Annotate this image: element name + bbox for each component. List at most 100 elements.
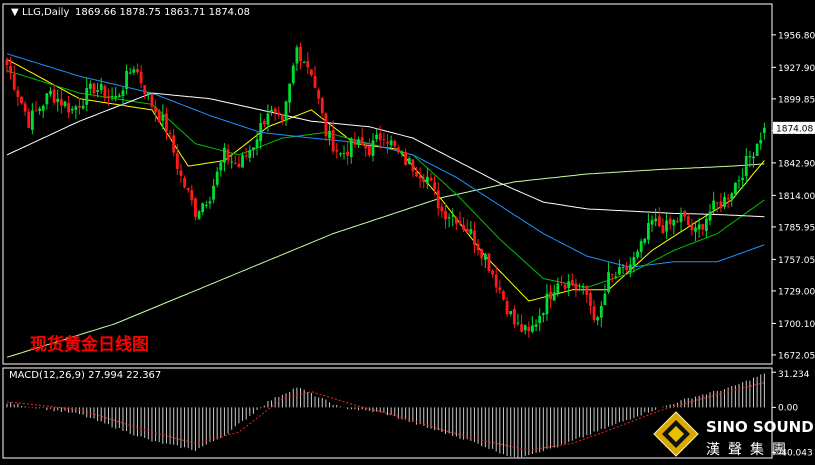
candle bbox=[603, 284, 607, 306]
candle bbox=[672, 218, 676, 235]
candle bbox=[473, 222, 476, 254]
candle bbox=[56, 89, 60, 112]
candle bbox=[628, 256, 632, 278]
candle bbox=[150, 93, 154, 110]
macd-tick-label: 31.234 bbox=[778, 370, 810, 380]
candle bbox=[639, 238, 643, 259]
candle bbox=[534, 319, 538, 332]
candle bbox=[103, 84, 107, 102]
candle bbox=[578, 283, 581, 292]
candle bbox=[27, 108, 31, 129]
candle bbox=[302, 60, 306, 64]
candle bbox=[407, 156, 411, 165]
candle bbox=[81, 99, 85, 110]
candle bbox=[531, 316, 534, 334]
candle bbox=[418, 167, 422, 188]
candle bbox=[704, 216, 708, 239]
candle bbox=[411, 158, 415, 178]
candle bbox=[117, 92, 121, 98]
candle bbox=[96, 82, 99, 98]
candle bbox=[52, 84, 56, 105]
candle bbox=[589, 288, 592, 315]
price-tick-label: 1927.90 bbox=[778, 64, 815, 74]
candle bbox=[353, 131, 357, 148]
price-tick-label: 1700.10 bbox=[778, 320, 815, 330]
candle bbox=[520, 314, 523, 333]
price-tick-label: 1814.00 bbox=[778, 192, 815, 202]
candle bbox=[661, 218, 665, 234]
candle bbox=[204, 200, 208, 209]
candle bbox=[715, 201, 719, 213]
price-tick-label: 1899.85 bbox=[778, 95, 815, 105]
candle bbox=[396, 144, 400, 155]
candle bbox=[567, 274, 571, 296]
candle bbox=[335, 142, 339, 159]
candle bbox=[219, 159, 223, 177]
candle bbox=[491, 269, 494, 278]
price-tick-label: 1785.95 bbox=[778, 223, 815, 233]
candle bbox=[737, 175, 741, 190]
candle bbox=[690, 218, 694, 236]
candle bbox=[328, 125, 331, 146]
candle bbox=[20, 95, 23, 105]
candle bbox=[563, 283, 567, 292]
candle bbox=[505, 296, 509, 318]
candle bbox=[30, 103, 34, 135]
ohlc-readout: 1869.66 1878.75 1863.71 1874.08 bbox=[75, 7, 250, 18]
moving-average-line-2 bbox=[6, 70, 765, 289]
candle bbox=[404, 148, 408, 166]
candle bbox=[574, 278, 578, 298]
candle bbox=[386, 133, 389, 154]
candle bbox=[317, 87, 321, 105]
candle bbox=[143, 85, 147, 99]
candle bbox=[694, 221, 697, 242]
chart-canvas: 1956.801927.901899.851871.801842.901814.… bbox=[2, 3, 815, 459]
header-menu-arrow-icon[interactable]: ▼ bbox=[11, 7, 19, 18]
candle bbox=[85, 78, 89, 111]
candle bbox=[465, 219, 469, 234]
candle bbox=[425, 167, 429, 190]
candle bbox=[607, 262, 610, 294]
brand-chinese: 漢聲集團 bbox=[706, 441, 794, 458]
candle bbox=[74, 104, 78, 120]
candle bbox=[201, 202, 205, 216]
moving-average-line-3 bbox=[6, 53, 765, 268]
candle bbox=[552, 284, 556, 301]
candle bbox=[154, 100, 157, 123]
candle bbox=[454, 216, 458, 231]
candle bbox=[146, 92, 150, 101]
candle bbox=[752, 151, 755, 168]
candle bbox=[650, 215, 654, 232]
candle bbox=[636, 249, 639, 260]
long-ma-layer bbox=[6, 163, 765, 358]
candle bbox=[487, 253, 491, 274]
candle bbox=[223, 143, 226, 172]
candle bbox=[436, 182, 440, 216]
candle bbox=[16, 86, 20, 107]
candle bbox=[88, 80, 92, 95]
candle bbox=[41, 104, 45, 119]
candle bbox=[262, 118, 266, 128]
candle bbox=[34, 101, 38, 112]
frame-layer bbox=[2, 3, 773, 459]
candle bbox=[49, 87, 52, 97]
candle bbox=[618, 259, 621, 276]
candle bbox=[469, 220, 473, 236]
candle bbox=[215, 167, 219, 188]
main-plot-frame bbox=[2, 3, 773, 365]
candle bbox=[157, 108, 161, 123]
candle bbox=[168, 129, 172, 140]
candle bbox=[502, 289, 505, 301]
candle bbox=[310, 69, 313, 77]
candle bbox=[585, 285, 589, 303]
candle bbox=[270, 105, 273, 116]
candle bbox=[545, 284, 549, 321]
candle bbox=[570, 273, 574, 287]
candle bbox=[357, 136, 360, 149]
candle bbox=[494, 265, 498, 294]
candle bbox=[632, 251, 636, 273]
moving-average-line-5 bbox=[6, 163, 765, 358]
candle bbox=[476, 238, 480, 256]
candle bbox=[759, 132, 763, 150]
candle bbox=[38, 106, 42, 115]
